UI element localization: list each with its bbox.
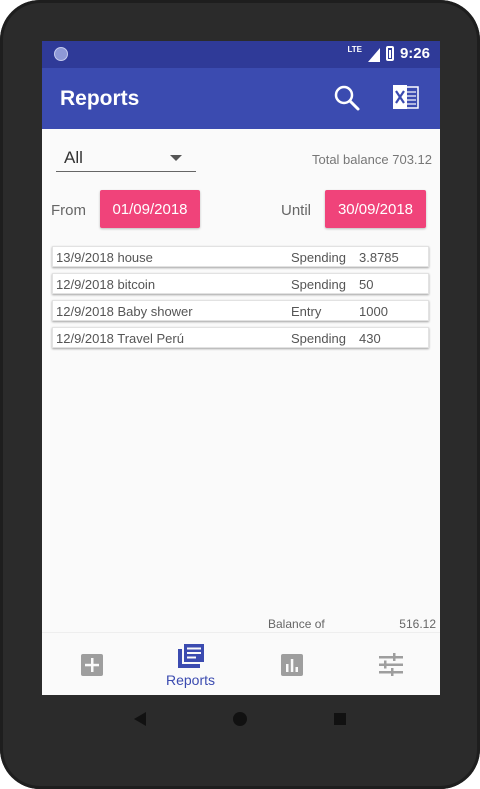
table-row[interactable]: 12/9/2018 Travel Perú Spending 430 xyxy=(52,327,429,348)
row-date-description: 12/9/2018 Travel Perú xyxy=(56,331,184,346)
filter-selected-value: All xyxy=(64,148,83,167)
from-date-button[interactable]: 01/09/2018 xyxy=(100,190,200,228)
device-frame: LTE 9:26 Reports All Total balance 703.1… xyxy=(0,0,480,789)
chart-icon xyxy=(280,654,303,676)
back-icon[interactable] xyxy=(134,712,146,726)
nav-reports-label: Reports xyxy=(165,672,216,688)
total-balance: Total balance 703.12 xyxy=(312,152,432,167)
bottom-navigation: Reports xyxy=(42,632,440,695)
search-icon[interactable] xyxy=(332,83,362,113)
battery-icon xyxy=(385,46,394,61)
row-amount: 430 xyxy=(359,331,381,346)
row-type: Spending xyxy=(291,331,346,346)
balance-value: 516.12 xyxy=(399,617,436,631)
total-balance-label: Total balance xyxy=(311,152,389,167)
until-label: Until xyxy=(281,202,312,219)
network-type: LTE xyxy=(347,45,362,54)
until-date-button[interactable]: 30/09/2018 xyxy=(325,190,426,228)
page-title: Reports xyxy=(60,87,140,110)
row-type: Entry xyxy=(291,304,322,319)
excel-icon[interactable] xyxy=(391,82,421,112)
balance-label: Balance of xyxy=(268,617,325,631)
row-type: Spending xyxy=(291,277,346,292)
nav-chart[interactable] xyxy=(242,633,341,695)
from-label: From xyxy=(51,202,86,219)
row-amount: 3.8785 xyxy=(359,250,399,265)
category-filter-dropdown[interactable]: All xyxy=(56,145,196,172)
recent-apps-icon[interactable] xyxy=(334,713,346,725)
row-date-description: 12/9/2018 Baby shower xyxy=(56,304,193,319)
status-bar: LTE 9:26 xyxy=(42,41,440,68)
row-type: Spending xyxy=(291,250,346,265)
table-row[interactable]: 13/9/2018 house Spending 3.8785 xyxy=(52,246,429,267)
chevron-down-icon xyxy=(170,155,182,161)
status-right: LTE 9:26 xyxy=(347,45,430,62)
app-bar: Reports xyxy=(42,68,440,129)
row-date-description: 13/9/2018 house xyxy=(56,250,153,265)
settings-icon xyxy=(378,653,403,676)
table-row[interactable]: 12/9/2018 bitcoin Spending 50 xyxy=(52,273,429,294)
notification-icon xyxy=(54,47,68,61)
nav-reports[interactable]: Reports xyxy=(141,633,240,695)
status-time: 9:26 xyxy=(399,45,430,62)
total-balance-value: 703.12 xyxy=(392,152,432,167)
nav-add[interactable] xyxy=(42,633,141,695)
add-icon xyxy=(80,654,103,676)
row-date-description: 12/9/2018 bitcoin xyxy=(56,277,156,292)
row-amount: 1000 xyxy=(359,304,388,319)
reports-icon xyxy=(177,644,204,668)
app-screen: LTE 9:26 Reports All Total balance 703.1… xyxy=(42,41,440,695)
transactions-list: 13/9/2018 house Spending 3.8785 12/9/201… xyxy=(52,246,429,354)
nav-settings[interactable] xyxy=(341,633,440,695)
signal-icon xyxy=(367,47,380,62)
table-row[interactable]: 12/9/2018 Baby shower Entry 1000 xyxy=(52,300,429,321)
row-amount: 50 xyxy=(359,277,374,292)
home-icon[interactable] xyxy=(233,712,247,726)
system-navigation-bar xyxy=(42,695,440,747)
